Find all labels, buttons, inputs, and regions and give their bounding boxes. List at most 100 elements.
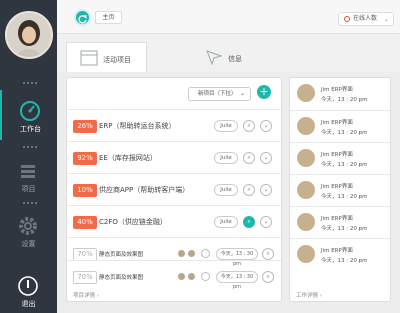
avatar [177,249,186,258]
activity-time: 今天，13 : 20 pm [321,97,368,103]
task-time[interactable]: 今天，13 : 30 pm [216,248,258,267]
task-row[interactable]: 70% 静态页面及效果图 今天，13 : 30 pm ⌕ [67,260,281,292]
assignee-tag[interactable]: Julie [214,184,238,196]
project-row[interactable]: 10% 供应商APP（帮助转客户端） Julie ⌕ ⌄ [67,173,281,205]
project-title[interactable]: C2FO（供应链金融） [99,217,167,227]
progress-badge: 70% [73,271,97,284]
tab-messages[interactable]: 信息 [192,42,273,72]
tab-label: 活动项目 [103,56,131,64]
progress-badge: 40% [73,216,97,229]
avatar [297,117,315,135]
task-time[interactable]: 今天，13 : 30 pm [216,271,258,290]
new-project-select[interactable]: 新项目（下拉） ⌄ [188,87,251,101]
activity-time: 今天，13 : 20 pm [321,194,368,200]
dashboard-icon [20,101,40,121]
activity-time: 今天，13 : 20 pm [321,226,368,232]
nav-divider [23,82,37,84]
search-button[interactable]: ⌕ [243,216,255,228]
avatar [177,272,186,281]
assignee-tag[interactable]: Julie [214,216,238,228]
logout-button[interactable]: 退出 [0,265,57,313]
avatar [187,272,196,281]
list-icon [21,165,35,178]
sidebar-item-projects[interactable]: 项目 [0,150,57,200]
chevron-down-icon: ⌄ [239,90,245,97]
content-tabs: 活动项目 信息 [57,34,400,72]
work-details-link[interactable]: 工作详情 › [296,291,322,299]
activity-name: Jim ERP界面 [321,120,353,126]
activity-name: Jim ERP界面 [321,216,353,222]
task-title[interactable]: 静态页面及效果图 [99,273,143,281]
sidebar-item-label: 设置 [21,240,36,248]
project-row[interactable]: 40% C2FO（供应链金融） Julie ⌕ ⌄ [67,205,281,237]
sidebar-item-label: 工作台 [20,125,41,133]
activity-time: 今天，13 : 20 pm [321,258,368,264]
avatar [297,84,315,102]
sidebar-item-workbench[interactable]: 工作台 [0,90,57,140]
search-button[interactable]: ⌕ [262,271,274,283]
tab-label: 信息 [228,55,242,63]
project-details-link[interactable]: 项目详情 › [73,291,99,299]
activity-item[interactable]: Jim ERP界面 今天，13 : 20 pm [290,142,390,173]
activity-panel: Jim ERP界面 今天，13 : 20 pm Jim ERP界面 今天，13 … [289,77,391,302]
search-button[interactable]: ⌕ [243,184,255,196]
power-icon [18,276,38,296]
activity-time: 今天，13 : 20 pm [321,162,368,168]
expand-button[interactable]: ⌄ [260,184,272,196]
progress-badge: 26% [73,120,97,133]
activity-name: Jim ERP界面 [321,87,353,93]
search-button[interactable]: ⌕ [243,120,255,132]
expand-button[interactable]: ⌄ [260,152,272,164]
activity-item[interactable]: Jim ERP界面 今天，13 : 20 pm [290,238,390,269]
expand-button[interactable]: ⌄ [260,120,272,132]
activity-time: 今天，13 : 20 pm [321,130,368,136]
activity-item[interactable]: Jim ERP界面 今天，13 : 20 pm [290,206,390,237]
project-row[interactable]: 92% EE（库存报网站） Julie ⌕ ⌄ [67,141,281,173]
tab-home[interactable]: 主页 [95,11,122,24]
assignee-tag[interactable]: Julie [214,152,238,164]
activity-name: Jim ERP界面 [321,184,353,190]
nav-divider [23,202,37,204]
activity-item[interactable]: Jim ERP界面 今天，13 : 20 pm [290,110,390,141]
assignee-tag[interactable]: Julie [214,120,238,132]
project-title[interactable]: ERP（帮助转运台系统） [99,121,176,131]
avatar [297,245,315,263]
avatar [297,213,315,231]
nav-divider [23,146,37,148]
tab-active-projects[interactable]: 活动项目 [66,42,147,72]
sidebar: 工作台 项目 设置 退出 [0,0,57,313]
search-button[interactable]: ⌕ [262,248,274,260]
clock-icon [201,249,210,258]
sidebar-item-label: 退出 [21,300,36,308]
refresh-icon [78,14,87,24]
user-avatar[interactable] [5,11,53,59]
avatar [297,181,315,199]
chevron-down-icon: ⌄ [383,16,389,23]
browser-window-icon [80,50,98,66]
task-title[interactable]: 静态页面及效果图 [99,250,143,258]
clock-icon [201,272,210,281]
sidebar-item-settings[interactable]: 设置 [0,205,57,255]
search-button[interactable]: ⌕ [243,152,255,164]
expand-button[interactable]: ⌄ [260,216,272,228]
project-row[interactable]: 26% ERP（帮助转运台系统） Julie ⌕ ⌄ [67,109,281,141]
avatar [297,149,315,167]
projects-panel: 新项目（下拉） ⌄ + 26% ERP（帮助转运台系统） Julie ⌕ ⌄ 9… [66,77,282,302]
project-title[interactable]: EE（库存报网站） [99,153,157,163]
project-title[interactable]: 供应商APP（帮助转客户端） [99,185,189,195]
sidebar-item-label: 项目 [21,185,36,193]
activity-item[interactable]: Jim ERP界面 今天，13 : 20 pm [290,78,390,109]
user-icon [344,16,350,22]
refresh-button[interactable] [74,9,91,26]
progress-badge: 92% [73,152,97,165]
top-bar: 主页 在线人数 ⌄ [57,0,400,34]
online-users-label: 在线人数 [353,15,378,22]
avatar-photo [7,13,51,57]
activity-name: Jim ERP界面 [321,152,353,158]
avatar [187,249,196,258]
new-project-label: 新项目（下拉） [198,91,237,97]
activity-item[interactable]: Jim ERP界面 今天，13 : 20 pm [290,174,390,205]
online-users-dropdown[interactable]: 在线人数 ⌄ [338,12,394,26]
add-project-button[interactable]: + [257,85,271,99]
send-arrow-icon [206,50,223,65]
